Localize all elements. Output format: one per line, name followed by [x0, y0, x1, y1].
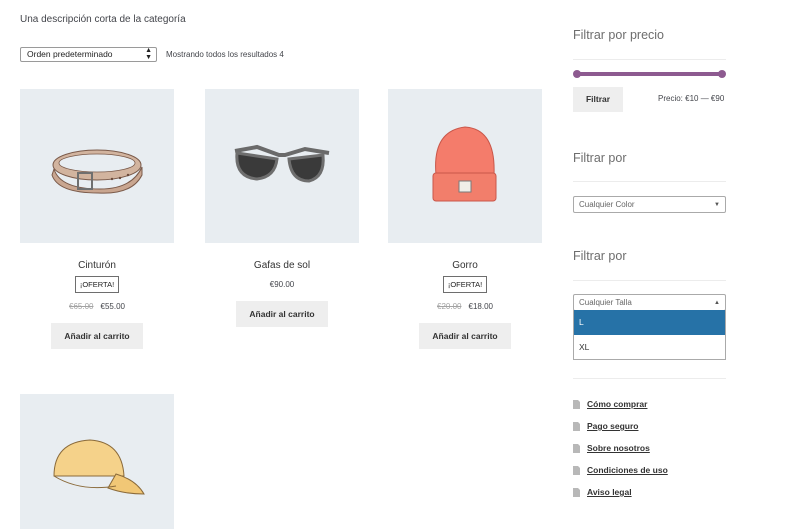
size-filter-title: Filtrar por [573, 249, 627, 263]
sale-badge: ¡OFERTA! [442, 276, 488, 293]
link-label[interactable]: Cómo comprar [587, 399, 647, 409]
orderby-select[interactable]: Orden predeterminado ▲ ▼ [20, 47, 157, 62]
link-aviso-legal[interactable]: Aviso legal [573, 481, 668, 503]
price-range-label: Precio: €10 — €90 [658, 94, 725, 103]
product-image[interactable] [205, 89, 359, 243]
beanie-image [432, 126, 497, 202]
color-filter-title: Filtrar por [573, 151, 627, 165]
updown-arrows-icon: ▲ ▼ [145, 47, 152, 61]
size-select[interactable]: Cualquier Talla ▲ [573, 294, 726, 311]
product-price: €20.00 €18.00 [388, 302, 542, 311]
link-pago-seguro[interactable]: Pago seguro [573, 415, 668, 437]
result-count: Mostrando todos los resultados 4 [166, 50, 284, 59]
divider [573, 59, 726, 60]
price-filter-title: Filtrar por precio [573, 28, 664, 42]
page-icon [573, 443, 580, 453]
product-title[interactable]: Gafas de sol [205, 260, 359, 271]
divider [573, 378, 726, 379]
product-price: €65.00 €55.00 [20, 302, 174, 311]
link-label[interactable]: Condiciones de uso [587, 465, 668, 475]
slider-min-handle[interactable] [573, 70, 581, 78]
sale-badge: ¡OFERTA! [74, 276, 120, 293]
info-links: Cómo comprar Pago seguro Sobre nosotros … [573, 393, 668, 503]
product-image[interactable] [20, 89, 174, 243]
size-select-placeholder: Cualquier Talla [579, 298, 632, 307]
orderby-selected-value: Orden predeterminado [27, 49, 113, 59]
link-sobre-nosotros[interactable]: Sobre nosotros [573, 437, 668, 459]
link-label[interactable]: Aviso legal [587, 487, 632, 497]
page-icon [573, 465, 580, 475]
caret-down-icon: ▼ [714, 202, 720, 208]
slider-max-handle[interactable] [718, 70, 726, 78]
add-to-cart-button[interactable]: Añadir al carrito [236, 301, 328, 327]
product-image[interactable] [20, 394, 174, 529]
page-icon [573, 487, 580, 497]
product-card: Gafas de sol €90.00 Añadir al carrito [205, 89, 359, 327]
product-card [20, 394, 174, 529]
product-card: Cinturón ¡OFERTA! €65.00 €55.00 Añadir al… [20, 89, 174, 349]
link-label[interactable]: Sobre nosotros [587, 443, 650, 453]
page-icon [573, 399, 580, 409]
product-image[interactable] [388, 89, 542, 243]
size-dropdown: L XL [573, 310, 726, 360]
slider-range-track [577, 72, 722, 76]
link-como-comprar[interactable]: Cómo comprar [573, 393, 668, 415]
add-to-cart-button[interactable]: Añadir al carrito [51, 323, 143, 349]
price-range-slider[interactable] [573, 70, 726, 78]
product-card: Gorro ¡OFERTA! €20.00 €18.00 Añadir al ca… [388, 89, 542, 349]
product-title[interactable]: Gorro [388, 260, 542, 271]
product-price: €90.00 [269, 280, 295, 289]
add-to-cart-button[interactable]: Añadir al carrito [419, 323, 511, 349]
sale-price: €18.00 [468, 302, 493, 311]
sunglasses-image [234, 144, 330, 183]
color-select-placeholder: Cualquier Color [579, 200, 635, 209]
divider [573, 181, 726, 182]
product-title[interactable]: Cinturón [20, 260, 174, 271]
old-price: €20.00 [437, 302, 462, 311]
divider [573, 280, 726, 281]
belt-image [51, 149, 143, 194]
size-option-xl[interactable]: XL [574, 335, 725, 360]
cap-image [53, 439, 145, 495]
filter-button[interactable]: Filtrar [573, 87, 623, 112]
color-select[interactable]: Cualquier Color ▼ [573, 196, 726, 213]
link-label[interactable]: Pago seguro [587, 421, 638, 431]
category-description: Una descripción corta de la categoría [20, 14, 186, 25]
old-price: €65.00 [69, 302, 94, 311]
link-condiciones-de-uso[interactable]: Condiciones de uso [573, 459, 668, 481]
sale-price: €55.00 [100, 302, 125, 311]
caret-up-icon: ▲ [714, 300, 720, 306]
page-icon [573, 421, 580, 431]
size-option-l[interactable]: L [574, 310, 725, 335]
